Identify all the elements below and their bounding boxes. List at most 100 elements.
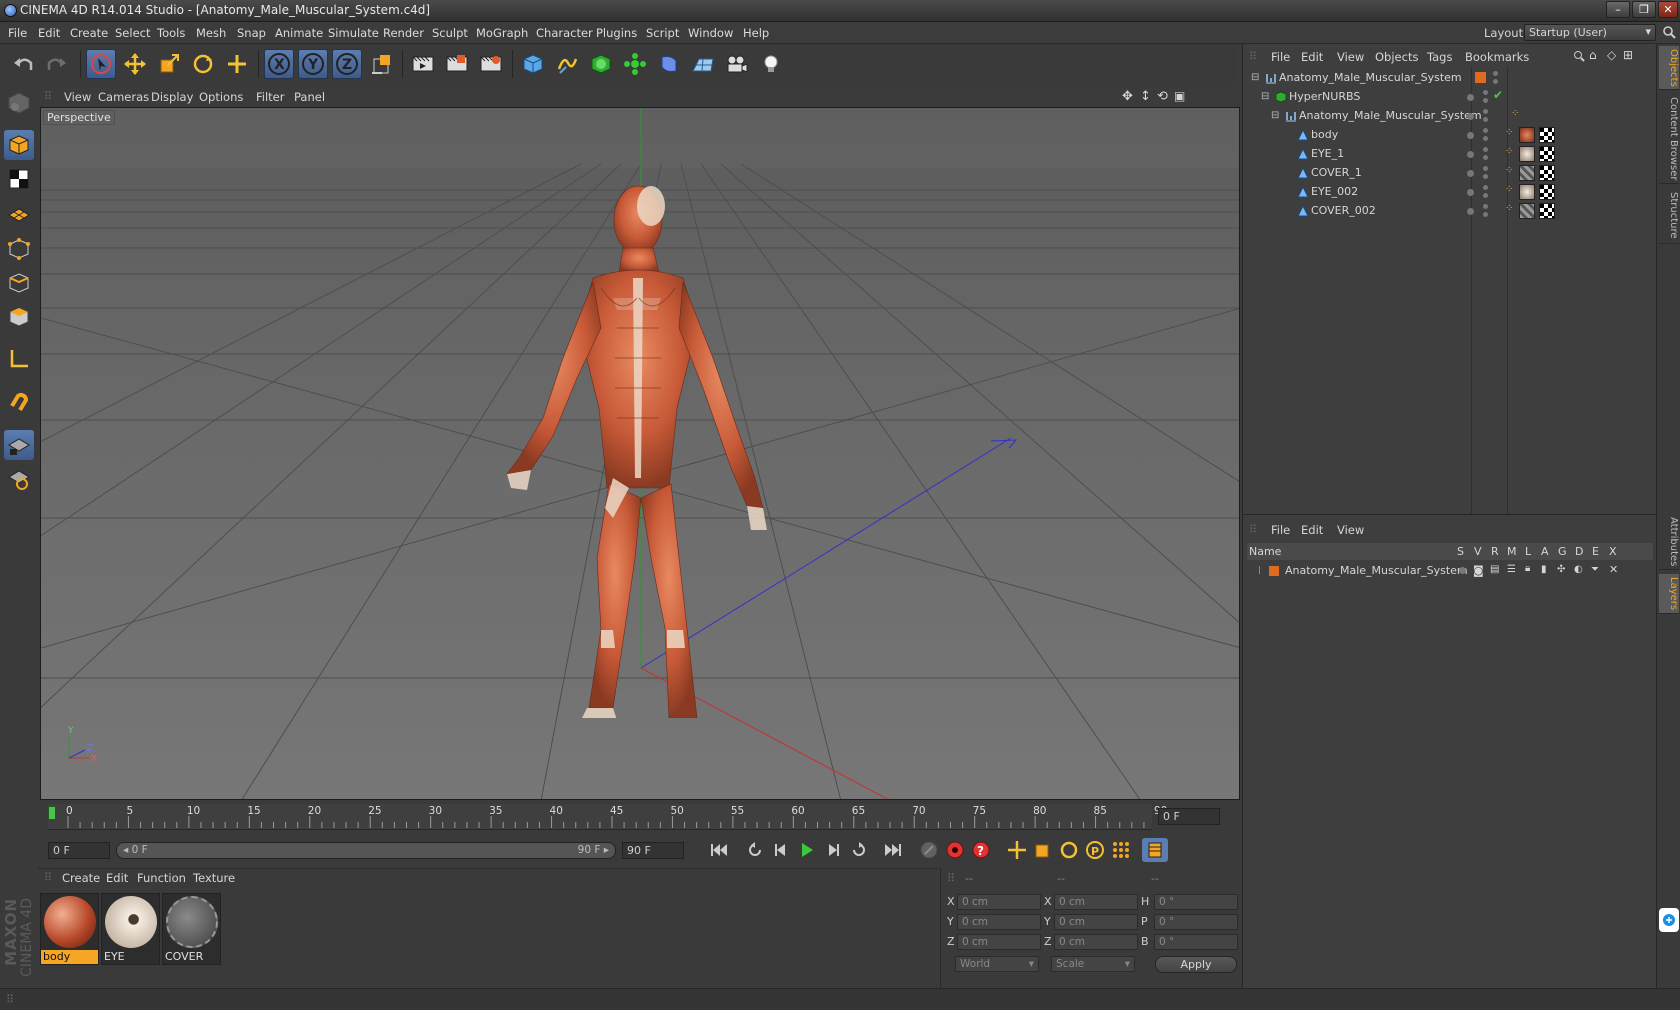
apply-button[interactable]: Apply [1155,956,1237,973]
size-y-field[interactable]: 0 cm [1054,914,1138,930]
menu-simulate[interactable]: Simulate [328,26,379,40]
visibility-dot[interactable] [1467,170,1474,177]
end-frame-field[interactable]: 90 F [622,842,684,859]
xref-icon[interactable]: ✕ [1609,563,1618,576]
viewport-menu-panel[interactable]: Panel [294,90,325,104]
size-z-field[interactable]: 0 cm [1054,934,1138,950]
rotation-key-icon[interactable] [1056,838,1082,862]
object-row-eye-002[interactable]: EYE_002 ⁘ [1243,182,1657,202]
object-row-cover-1[interactable]: COVER_1 ⁘ [1243,163,1657,183]
collapse-icon[interactable]: ⊟ [1261,91,1273,103]
scale-key-icon[interactable] [1030,838,1056,862]
menu-tools[interactable]: Tools [157,26,185,40]
menu-edit[interactable]: Edit [38,26,60,40]
object-menu-view[interactable]: View [1337,50,1364,64]
live-selection-icon[interactable] [86,49,116,79]
next-keyframe-icon[interactable] [846,838,872,862]
editor-visibility-dot[interactable] [1493,71,1498,76]
current-frame-field[interactable]: 0 F [1158,808,1220,825]
collapse-icon[interactable]: ⊟ [1271,110,1283,122]
viewport-menu-options[interactable]: Options [199,90,243,104]
tab-attributes[interactable]: Attributes [1659,514,1679,570]
tab-structure[interactable]: Structure [1659,188,1679,244]
visibility-dot[interactable] [1467,132,1474,139]
object-menu-file[interactable]: File [1271,50,1290,64]
visibility-dot[interactable] [1467,113,1474,120]
column-view[interactable]: V [1474,545,1482,558]
object-menu-bookmarks[interactable]: Bookmarks [1465,50,1529,64]
coordinate-system-dropdown[interactable]: World ▾ [955,956,1039,972]
keyframe-selection-icon[interactable]: ? [968,838,994,862]
material-menu-texture[interactable]: Texture [193,871,235,885]
eye-icon[interactable]: ◙ [1473,564,1484,577]
record-active-objects-icon[interactable] [916,838,942,862]
filter-icon[interactable]: ◇ [1607,48,1616,62]
material-menu-create[interactable]: Create [62,871,100,885]
move-tool-icon[interactable] [120,49,150,79]
object-row-hypernurbs[interactable]: ⊟ HyperNURBS ✔ [1243,87,1657,107]
rotation-b-field[interactable]: 0 ° [1154,934,1238,950]
home-icon[interactable]: ⌂ [1589,48,1597,62]
column-expressions[interactable]: E [1592,545,1599,558]
locked-workplane-icon[interactable] [4,430,34,460]
new-window-icon[interactable]: ⊞ [1623,48,1633,62]
render-visibility-dot[interactable] [1483,155,1488,160]
render-view-icon[interactable] [408,49,438,79]
spline-pen-icon[interactable] [552,49,582,79]
material-menu-function[interactable]: Function [137,871,186,885]
menu-render[interactable]: Render [383,26,424,40]
phong-tag-icon[interactable]: ⁘ [1505,184,1513,195]
playhead[interactable] [48,806,56,820]
next-frame-icon[interactable] [820,838,846,862]
timeline-ruler[interactable]: 051015202530354045505560657075808590 0 F [38,802,1242,832]
rotation-h-field[interactable]: 0 ° [1154,894,1238,910]
rotation-p-field[interactable]: 0 ° [1154,914,1238,930]
make-editable-icon[interactable] [4,88,34,118]
editor-visibility-dot[interactable] [1483,166,1488,171]
layer-row[interactable]: Anatomy_Male_Muscular_System ◙ ▤ ☰ 🔒︎ ▮ … [1247,562,1653,580]
menu-select[interactable]: Select [115,26,150,40]
menu-plugins[interactable]: Plugins [596,26,637,40]
light-icon[interactable] [756,49,786,79]
workplane-mode-icon[interactable] [4,198,34,228]
column-animation[interactable]: A [1541,545,1549,558]
material-menu-edit[interactable]: Edit [106,871,128,885]
generator-icon[interactable]: ✣ [1557,564,1565,575]
editor-visibility-dot[interactable] [1483,128,1488,133]
tab-layers[interactable]: Layers [1659,574,1679,614]
column-deformers[interactable]: D [1575,545,1583,558]
column-render[interactable]: R [1491,545,1499,558]
viewport-dolly-icon[interactable]: ↕ [1140,89,1151,104]
array-generator-icon[interactable] [620,49,650,79]
previous-frame-icon[interactable] [768,838,794,862]
object-row-root[interactable]: ⊟ Anatomy_Male_Muscular_System [1243,68,1657,88]
perspective-viewport[interactable]: Perspective Y X Z [40,107,1240,800]
tab-content-browser[interactable]: Content Browser [1659,94,1679,184]
uvw-tag-icon[interactable] [1539,165,1555,181]
editor-visibility-dot[interactable] [1483,109,1488,114]
menu-create[interactable]: Create [70,26,108,40]
render-visibility-dot[interactable] [1483,117,1488,122]
column-xref[interactable]: X [1609,545,1617,558]
uvw-tag-icon[interactable] [1539,146,1555,162]
object-row-body[interactable]: body ⁘ [1243,125,1657,145]
render-visibility-dot[interactable] [1493,79,1498,84]
viewport-menu-cameras[interactable]: Cameras [98,90,149,104]
column-generators[interactable]: G [1558,545,1567,558]
snapping-icon[interactable] [4,388,34,418]
undo-icon[interactable] [8,49,38,79]
parameter-key-icon[interactable]: P [1082,838,1108,862]
material-tag-body[interactable] [1519,127,1535,143]
collapse-icon[interactable]: ⊟ [1251,72,1263,84]
lock-icon[interactable]: 🔒︎ [1525,563,1530,574]
material-tag-cover[interactable] [1519,165,1535,181]
chat-bubble-icon[interactable] [1659,908,1679,932]
object-menu-tags[interactable]: Tags [1427,50,1452,64]
close-button[interactable]: ✕ [1658,1,1678,18]
editor-visibility-dot[interactable] [1483,90,1488,95]
points-mode-icon[interactable] [4,234,34,264]
position-y-field[interactable]: 0 cm [957,914,1041,930]
x-axis-lock-icon[interactable]: X [264,49,294,79]
deformer-icon[interactable]: ◐ [1574,564,1583,575]
visibility-dot[interactable] [1467,208,1474,215]
